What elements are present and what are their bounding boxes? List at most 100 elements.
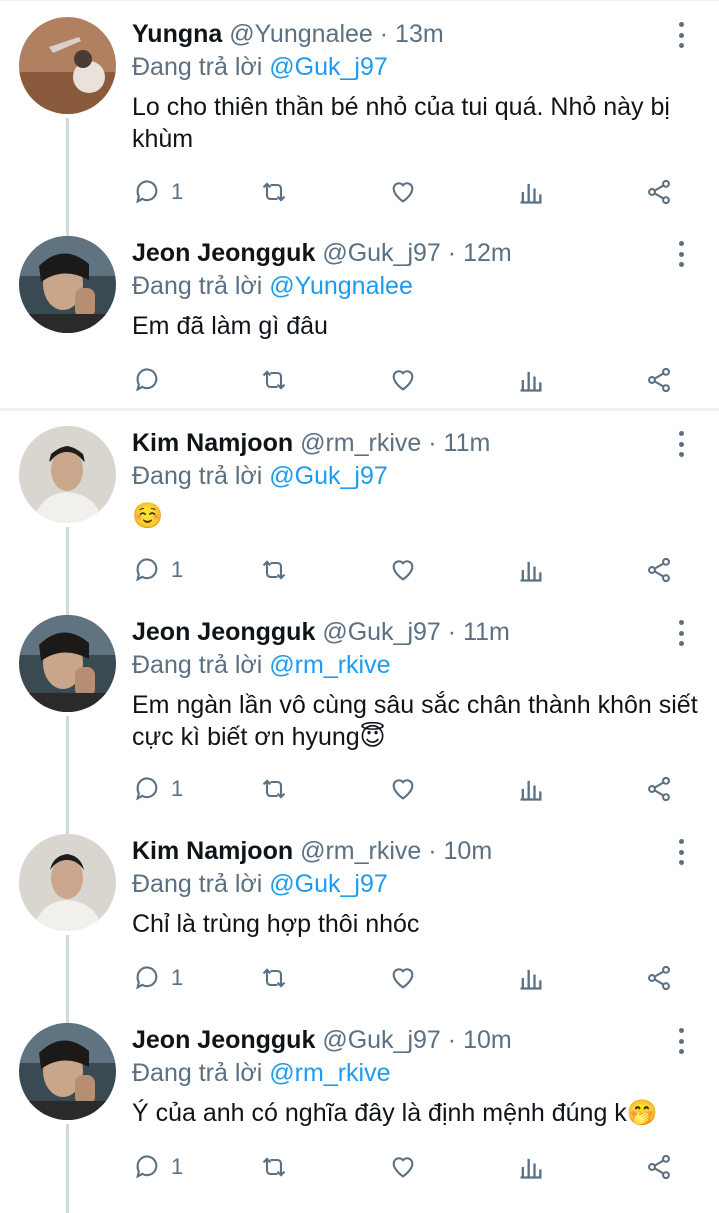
like-button[interactable] xyxy=(389,360,417,400)
user-handle[interactable]: @Guk_j97 xyxy=(322,618,441,646)
avatar[interactable] xyxy=(19,236,116,333)
share-button[interactable] xyxy=(645,1147,673,1187)
avatar[interactable] xyxy=(19,426,116,523)
heart-icon xyxy=(392,370,414,391)
retweet-icon xyxy=(262,779,286,799)
analytics-button[interactable] xyxy=(517,958,545,998)
display-name[interactable]: Jeon Jeongguk xyxy=(132,1026,315,1054)
avatar[interactable] xyxy=(19,1023,116,1120)
tweet-header: Jeon Jeongguk @Guk_j97 · 10m xyxy=(132,1023,659,1057)
tweet[interactable]: Kim Namjoon @rm_rkive · 11m Đang trả lời… xyxy=(0,409,719,599)
like-button[interactable] xyxy=(389,1147,417,1187)
reply-button[interactable]: 1 xyxy=(133,769,183,809)
timestamp[interactable]: 11m xyxy=(463,618,510,646)
share-button[interactable] xyxy=(645,550,673,590)
action-bar xyxy=(0,360,719,400)
more-icon[interactable] xyxy=(673,1028,689,1054)
mention-link[interactable]: @Guk_j97 xyxy=(269,53,388,81)
tweet[interactable]: Jeon Jeongguk @Guk_j97 · 12m Đang trả lờ… xyxy=(0,219,719,409)
reply-button[interactable]: 1 xyxy=(133,1147,183,1187)
tweet[interactable]: Jeon Jeongguk @Guk_j97 · 11m Đang trả lờ… xyxy=(0,598,719,818)
analytics-icon xyxy=(520,371,542,392)
like-button[interactable] xyxy=(389,172,417,212)
timestamp[interactable]: 10m xyxy=(463,1026,512,1054)
tweet[interactable]: Jeon Jeongguk @Guk_j97 · 10m Đang trả lờ… xyxy=(0,1006,719,1213)
mention-link[interactable]: @rm_rkive xyxy=(269,651,390,679)
tweet-text: Ý của anh có nghĩa đây là định mệnh đúng… xyxy=(132,1099,658,1127)
mention-link[interactable]: @Guk_j97 xyxy=(269,462,388,490)
avatar-yungna-image xyxy=(19,17,116,114)
replying-to-label: Đang trả lời xyxy=(132,462,263,490)
share-button[interactable] xyxy=(645,172,673,212)
more-icon[interactable] xyxy=(673,839,689,865)
more-icon[interactable] xyxy=(673,620,689,646)
user-handle[interactable]: @Guk_j97 xyxy=(322,239,441,267)
share-button[interactable] xyxy=(645,769,673,809)
timestamp[interactable]: 10m xyxy=(444,837,493,865)
avatar[interactable] xyxy=(19,834,116,931)
timestamp[interactable]: 11m xyxy=(444,429,491,457)
avatar-jeongguk-image xyxy=(19,236,116,333)
tweet-text: Chỉ là trùng hợp thôi nhóc xyxy=(132,910,420,938)
replying-to-label: Đang trả lời xyxy=(132,651,263,679)
like-button[interactable] xyxy=(389,769,417,809)
display-name[interactable]: Jeon Jeongguk xyxy=(132,618,315,646)
tweet[interactable]: Yungna @Yungnalee · 13m Đang trả lời @Gu… xyxy=(0,0,719,220)
display-name[interactable]: Kim Namjoon xyxy=(132,837,293,865)
replying-to: Đang trả lời @Guk_j97 xyxy=(132,867,388,901)
display-name[interactable]: Yungna xyxy=(132,20,222,48)
action-bar: 1 xyxy=(0,769,719,809)
action-bar: 1 xyxy=(0,172,719,212)
display-name[interactable]: Kim Namjoon xyxy=(132,429,293,457)
mention-link[interactable]: @Yungnalee xyxy=(269,272,413,300)
reply-icon xyxy=(136,180,158,204)
analytics-button[interactable] xyxy=(517,769,545,809)
replying-to: Đang trả lời @rm_rkive xyxy=(132,1056,391,1090)
timestamp[interactable]: 13m xyxy=(395,20,444,48)
more-icon[interactable] xyxy=(673,241,689,267)
separator-dot: · xyxy=(447,1026,457,1054)
action-bar: 1 xyxy=(0,550,719,590)
share-button[interactable] xyxy=(645,360,673,400)
timestamp[interactable]: 12m xyxy=(463,239,512,267)
retweet-button[interactable] xyxy=(260,172,288,212)
retweet-button[interactable] xyxy=(260,769,288,809)
retweet-button[interactable] xyxy=(260,1147,288,1187)
retweet-icon xyxy=(262,968,286,988)
heart-icon xyxy=(392,968,414,989)
tweet[interactable]: Kim Namjoon @rm_rkive · 10m Đang trả lời… xyxy=(0,817,719,1007)
retweet-button[interactable] xyxy=(260,958,288,998)
share-button[interactable] xyxy=(645,958,673,998)
more-icon[interactable] xyxy=(673,22,689,48)
retweet-button[interactable] xyxy=(260,360,288,400)
retweet-icon xyxy=(262,1157,286,1177)
like-button[interactable] xyxy=(389,550,417,590)
user-handle[interactable]: @rm_rkive xyxy=(300,837,421,865)
reply-button[interactable]: 1 xyxy=(133,958,183,998)
mention-link[interactable]: @rm_rkive xyxy=(269,1059,390,1087)
action-bar: 1 xyxy=(0,958,719,998)
avatar[interactable] xyxy=(19,615,116,712)
user-handle[interactable]: @Yungnalee xyxy=(229,20,373,48)
more-icon[interactable] xyxy=(673,431,689,457)
reply-icon xyxy=(136,368,158,392)
share-icon xyxy=(648,557,670,583)
analytics-button[interactable] xyxy=(517,172,545,212)
display-name[interactable]: Jeon Jeongguk xyxy=(132,239,315,267)
reply-count: 1 xyxy=(171,557,184,582)
user-handle[interactable]: @rm_rkive xyxy=(300,429,421,457)
replying-to: Đang trả lời @Guk_j97 xyxy=(132,50,388,84)
mention-link[interactable]: @Guk_j97 xyxy=(269,870,388,898)
avatar[interactable] xyxy=(19,17,116,114)
like-button[interactable] xyxy=(389,958,417,998)
reply-button[interactable]: 1 xyxy=(133,172,183,212)
reply-button[interactable]: 1 xyxy=(133,550,183,590)
tweet-text: Lo cho thiên thần bé nhỏ của tui quá. Nh… xyxy=(132,93,670,153)
retweet-button[interactable] xyxy=(260,550,288,590)
heart-icon xyxy=(392,560,414,581)
analytics-button[interactable] xyxy=(517,1147,545,1187)
user-handle[interactable]: @Guk_j97 xyxy=(322,1026,441,1054)
analytics-button[interactable] xyxy=(517,550,545,590)
reply-button[interactable] xyxy=(133,360,171,400)
analytics-button[interactable] xyxy=(517,360,545,400)
